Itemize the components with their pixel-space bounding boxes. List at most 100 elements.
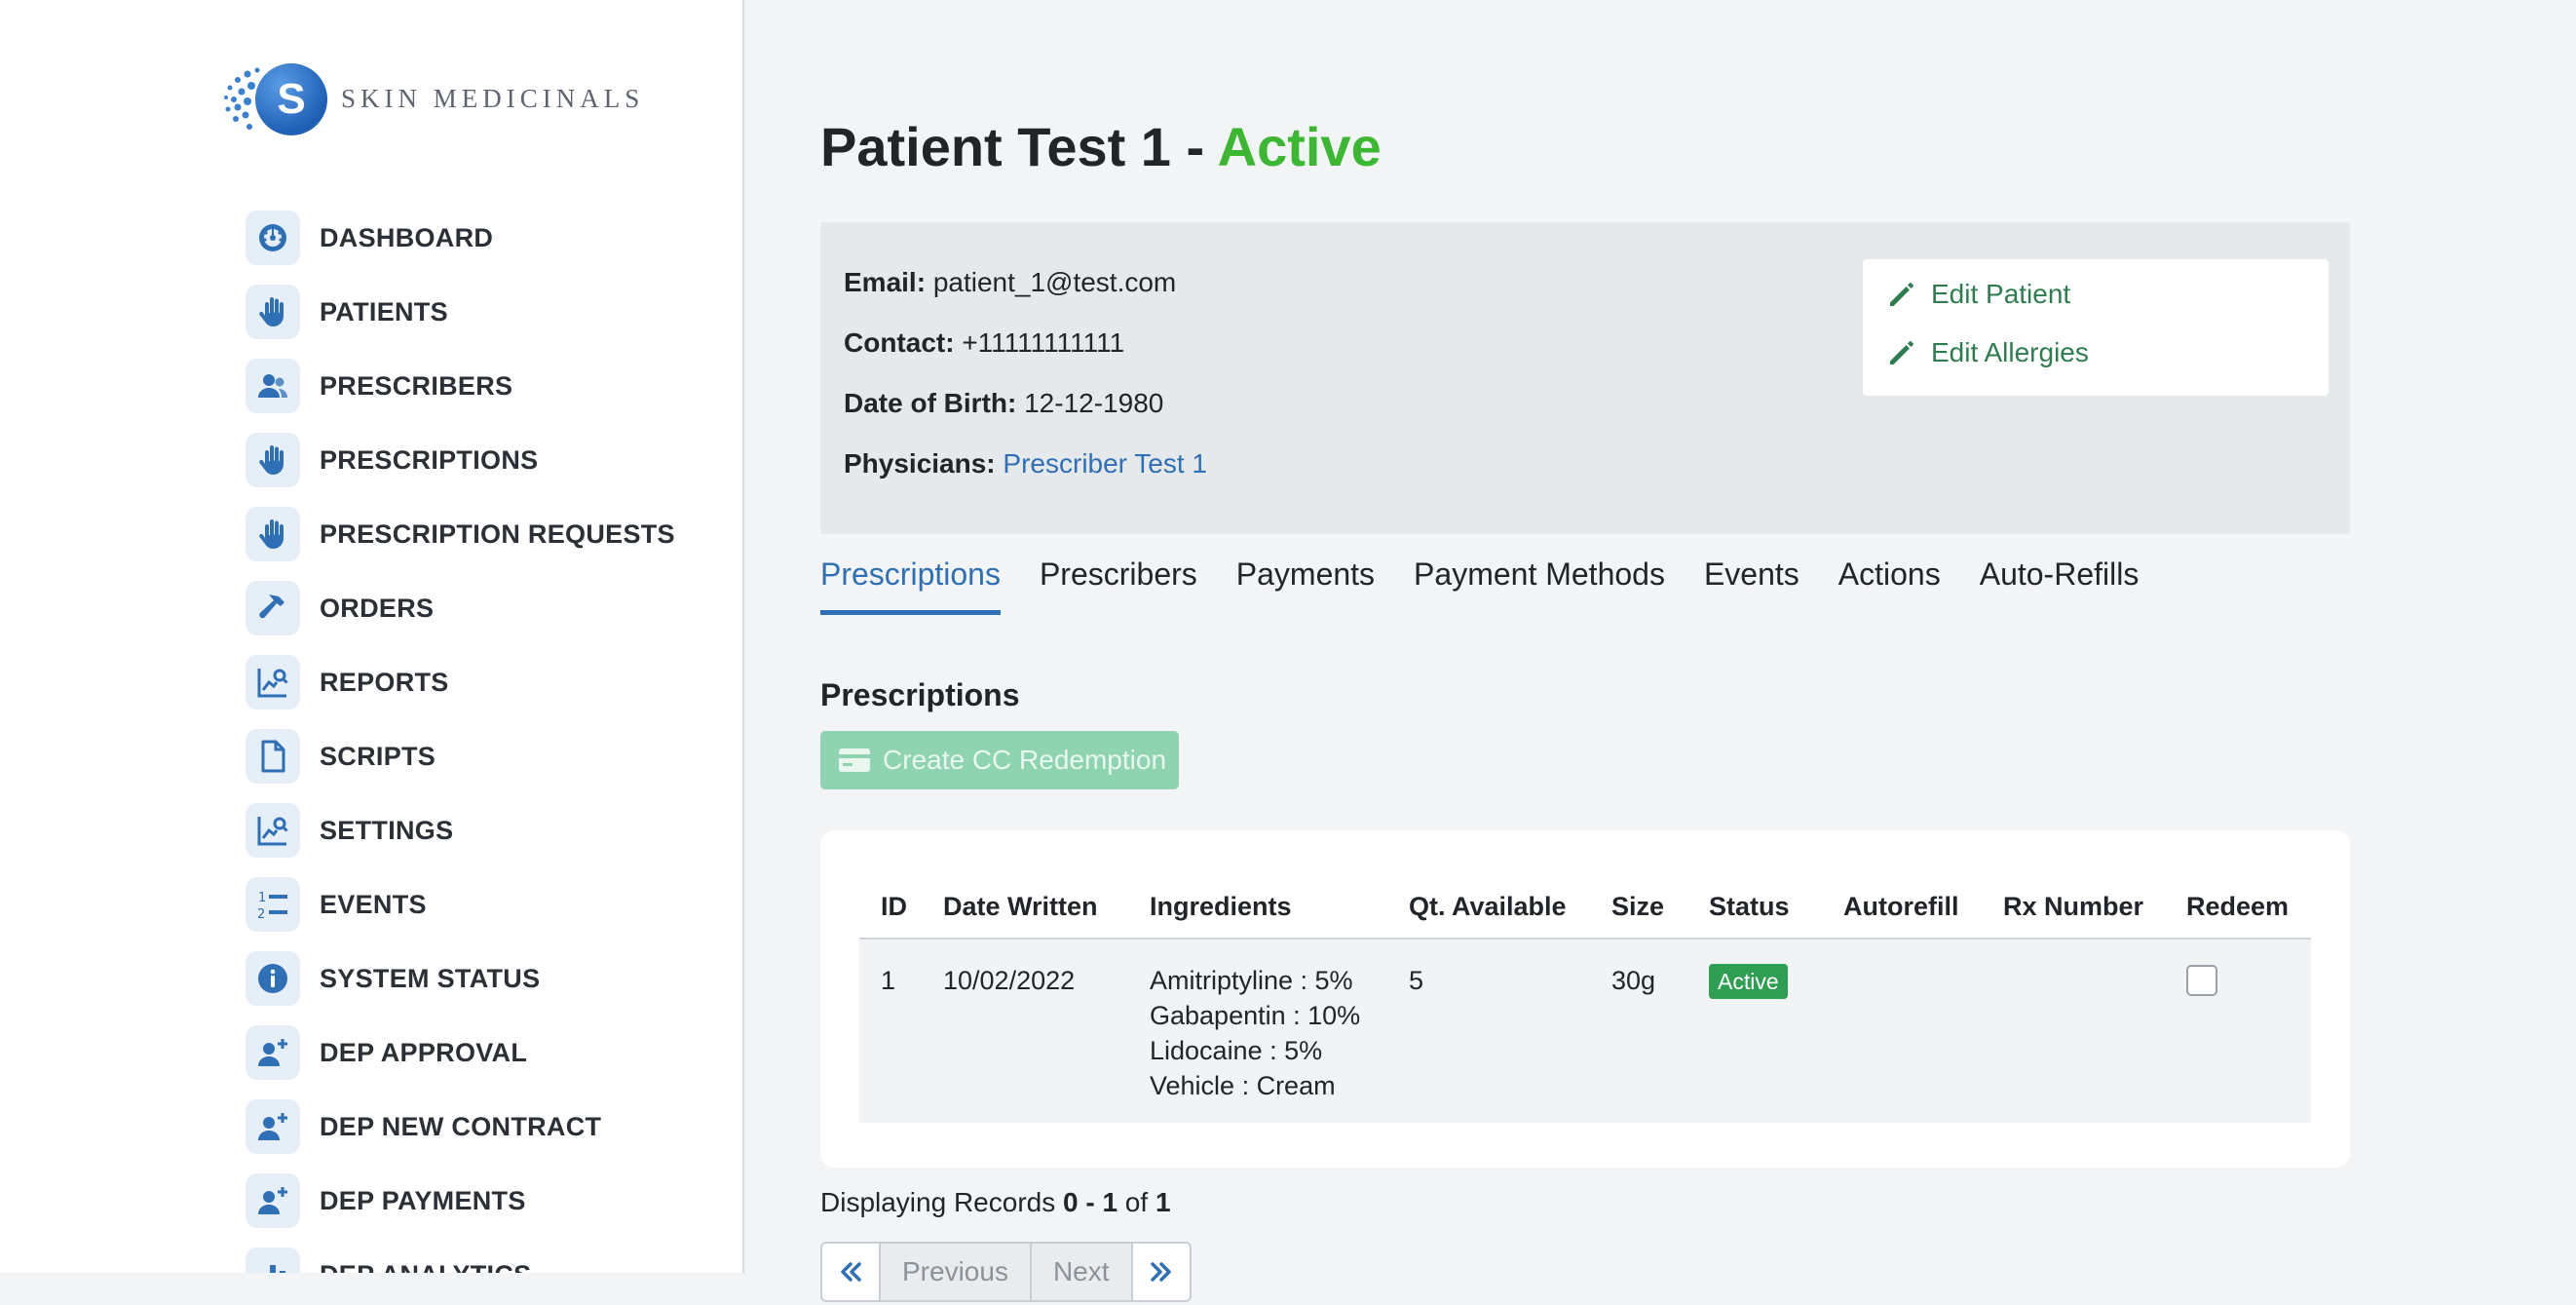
last-page-button[interactable] xyxy=(1130,1244,1190,1300)
cell-qty-available: 5 xyxy=(1387,939,1590,1123)
create-cc-redemption-button[interactable]: Create CC Redemption xyxy=(820,731,1179,789)
tab-prescribers[interactable]: Prescribers xyxy=(1040,546,1197,610)
sidebar-item-settings[interactable]: SETTINGS xyxy=(246,793,675,867)
chart-search-icon xyxy=(246,655,300,710)
brand-logo[interactable]: S SKIN MEDICINALS xyxy=(222,60,639,138)
first-page-button[interactable] xyxy=(822,1244,881,1300)
cell-size: 30g xyxy=(1590,939,1687,1123)
cell-ingredients: Amitriptyline : 5% Gabapentin : 10% Lido… xyxy=(1128,939,1387,1123)
column-header-date-written[interactable]: Date Written xyxy=(922,875,1128,940)
sidebar-item-prescribers[interactable]: PRESCRIBERS xyxy=(246,349,675,423)
credit-card-icon xyxy=(839,748,870,772)
column-header-autorefill[interactable]: Autorefill xyxy=(1822,875,1982,940)
hand-icon xyxy=(246,285,300,339)
sidebar-item-reports[interactable]: REPORTS xyxy=(246,645,675,719)
pencil-icon xyxy=(1890,283,1913,306)
column-header-ingredients[interactable]: Ingredients xyxy=(1128,875,1387,940)
sidebar-item-label: SETTINGS xyxy=(320,815,454,845)
previous-page-button[interactable]: Previous xyxy=(881,1244,1030,1300)
column-header-id[interactable]: ID xyxy=(859,875,922,940)
column-header-size[interactable]: Size xyxy=(1590,875,1687,940)
hammer-icon xyxy=(246,581,300,635)
tab-prescriptions[interactable]: Prescriptions xyxy=(820,546,1001,615)
records-range: 0 - 1 xyxy=(1063,1187,1118,1217)
prescriptions-table: ID Date Written Ingredients Qt. Availabl… xyxy=(859,875,2311,1123)
physicians-row: Physicians: Prescriber Test 1 xyxy=(844,448,1207,509)
column-header-rx-number[interactable]: Rx Number xyxy=(1982,875,2165,940)
patient-name: Patient Test 1 xyxy=(820,116,1171,177)
records-of: of xyxy=(1118,1187,1155,1217)
sidebar-item-orders[interactable]: ORDERS xyxy=(246,571,675,645)
physicians-label: Physicians: xyxy=(844,448,996,479)
sidebar-item-label: DEP APPROVAL xyxy=(320,1037,528,1067)
column-header-qty-available[interactable]: Qt. Available xyxy=(1387,875,1590,940)
tab-events[interactable]: Events xyxy=(1704,546,1799,610)
file-icon xyxy=(246,729,300,784)
page-title: Patient Test 1 - Active xyxy=(820,115,1382,178)
sidebar-item-scripts[interactable]: SCRIPTS xyxy=(246,719,675,793)
tab-payments[interactable]: Payments xyxy=(1236,546,1375,610)
email-label: Email: xyxy=(844,267,927,297)
sidebar: S SKIN MEDICINALS DASHBOARD PATIENTS PRE… xyxy=(0,0,744,1273)
column-header-status[interactable]: Status xyxy=(1687,875,1822,940)
sidebar-item-label: DEP ANALYTICS xyxy=(320,1260,531,1274)
tab-actions[interactable]: Actions xyxy=(1838,546,1941,610)
sidebar-item-label: PATIENTS xyxy=(320,296,448,326)
sidebar-item-label: PRESCRIBERS xyxy=(320,370,513,401)
email-row: Email: patient_1@test.com xyxy=(844,267,1207,327)
cell-status: Active xyxy=(1687,939,1822,1123)
cell-date-written: 10/02/2022 xyxy=(922,939,1128,1123)
records-prefix: Displaying Records xyxy=(820,1187,1063,1217)
sidebar-item-label: SCRIPTS xyxy=(320,741,436,771)
svg-text:1: 1 xyxy=(258,891,266,905)
ingredient-item: Lidocaine : 5% xyxy=(1150,1036,1323,1065)
sidebar-item-dep-new-contract[interactable]: DEP NEW CONTRACT xyxy=(246,1090,675,1164)
column-header-redeem[interactable]: Redeem xyxy=(2165,875,2311,940)
patient-actions: Edit Patient Edit Allergies xyxy=(1863,259,2329,396)
email-value: patient_1@test.com xyxy=(932,267,1177,297)
user-plus-icon xyxy=(246,1025,300,1080)
table-row: 1 10/02/2022 Amitriptyline : 5% Gabapent… xyxy=(859,939,2311,1123)
cell-rx-number xyxy=(1982,939,2165,1123)
section-title: Prescriptions xyxy=(820,676,1020,712)
sidebar-item-events[interactable]: 12 EVENTS xyxy=(246,867,675,941)
pagination: Previous Next xyxy=(820,1242,1192,1302)
sidebar-nav: DASHBOARD PATIENTS PRESCRIBERS PRESCRIPT… xyxy=(246,201,675,1273)
ingredient-item: Vehicle : Cream xyxy=(1150,1071,1336,1100)
ingredient-item: Gabapentin : 10% xyxy=(1150,1001,1361,1030)
edit-allergies-link[interactable]: Edit Allergies xyxy=(1886,337,2089,368)
cell-id: 1 xyxy=(859,939,922,1123)
tab-auto-refills[interactable]: Auto-Refills xyxy=(1980,546,2140,610)
redeem-checkbox[interactable] xyxy=(2186,965,2217,996)
contact-label: Contact: xyxy=(844,327,955,358)
physician-link[interactable]: Prescriber Test 1 xyxy=(1003,448,1207,479)
patient-tabs: Prescriptions Prescribers Payments Payme… xyxy=(820,546,2178,615)
sidebar-item-patients[interactable]: PATIENTS xyxy=(246,275,675,349)
sidebar-item-label: DASHBOARD xyxy=(320,222,494,252)
ingredient-item: Amitriptyline : 5% xyxy=(1150,966,1353,995)
sidebar-item-prescription-requests[interactable]: PRESCRIPTION REQUESTS xyxy=(246,497,675,571)
user-plus-icon xyxy=(246,1173,300,1228)
next-page-button[interactable]: Next xyxy=(1029,1244,1131,1300)
bar-chart-icon xyxy=(246,1247,300,1273)
double-chevron-right-icon xyxy=(1150,1262,1171,1282)
sidebar-item-dashboard[interactable]: DASHBOARD xyxy=(246,201,675,275)
sidebar-item-dep-payments[interactable]: DEP PAYMENTS xyxy=(246,1164,675,1238)
cell-autorefill xyxy=(1822,939,1982,1123)
numbered-list-icon: 12 xyxy=(246,877,300,932)
svg-text:2: 2 xyxy=(257,907,265,922)
table-header-row: ID Date Written Ingredients Qt. Availabl… xyxy=(859,875,2311,940)
sidebar-item-label: REPORTS xyxy=(320,667,449,697)
records-summary: Displaying Records 0 - 1 of 1 xyxy=(820,1187,1171,1218)
sidebar-item-system-status[interactable]: SYSTEM STATUS xyxy=(246,941,675,1016)
hand-icon xyxy=(246,433,300,487)
sidebar-item-prescriptions[interactable]: PRESCRIPTIONS xyxy=(246,423,675,497)
edit-allergies-label: Edit Allergies xyxy=(1931,337,2089,367)
dob-row: Date of Birth: 12-12-1980 xyxy=(844,388,1207,448)
edit-patient-link[interactable]: Edit Patient xyxy=(1886,279,2070,310)
tab-payment-methods[interactable]: Payment Methods xyxy=(1414,546,1665,610)
double-chevron-left-icon xyxy=(841,1262,861,1282)
sidebar-item-label: PRESCRIPTIONS xyxy=(320,444,539,475)
sidebar-item-dep-analytics[interactable]: DEP ANALYTICS xyxy=(246,1238,675,1273)
sidebar-item-dep-approval[interactable]: DEP APPROVAL xyxy=(246,1016,675,1090)
